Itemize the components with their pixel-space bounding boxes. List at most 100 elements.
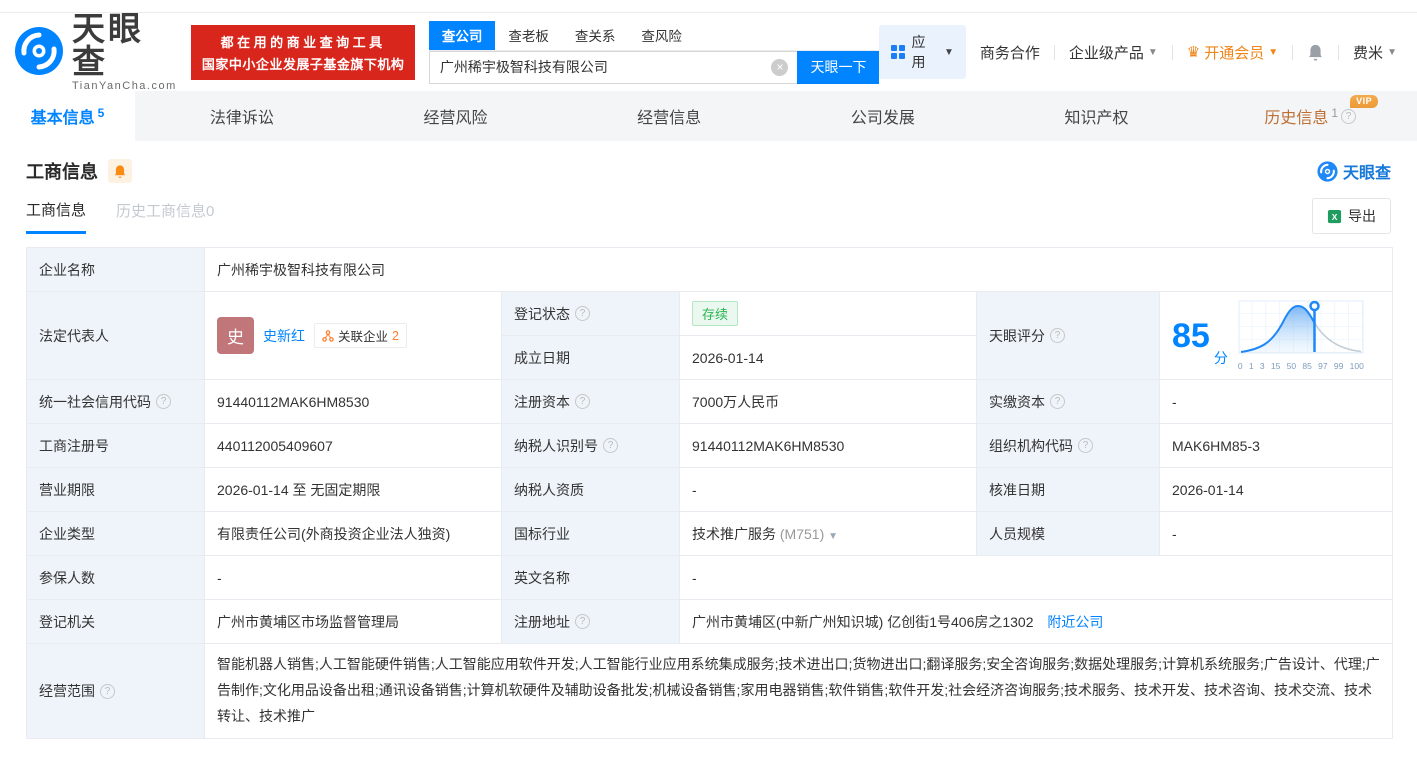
chevron-down-icon: ▼ [1387,47,1397,58]
username: 费米 [1353,42,1383,63]
tab-count: 5 [98,106,105,120]
brand-slogan-banner: 都在用的商业查询工具 国家中小企业发展子基金旗下机构 [191,25,414,80]
help-icon[interactable]: ? [575,614,590,629]
business-scope-value: 智能机器人销售;人工智能硬件销售;人工智能应用软件开发;人工智能行业应用系统集成… [205,644,1393,739]
industry-cell: 技术推广服务 (M751) ▼ [680,512,977,556]
help-icon[interactable]: ? [1050,394,1065,409]
chevron-down-icon: ▼ [944,47,954,58]
tab-business-info[interactable]: 经营信息 [562,91,776,141]
credit-code-value: 91440112MAK6HM8530 [205,380,502,424]
table-row: 统一社会信用代码? 91440112MAK6HM8530 注册资本? 7000万… [27,380,1393,424]
field-label: 国标行业 [502,512,680,556]
field-label: 企业名称 [27,248,205,292]
search-tab-company[interactable]: 查公司 [429,21,496,50]
avatar[interactable]: 史 [217,317,254,354]
table-row: 企业类型 有限责任公司(外商投资企业法人独资) 国标行业 技术推广服务 (M75… [27,512,1393,556]
user-menu[interactable]: 费米 ▼ [1353,42,1397,63]
taxpayer-quality-value: - [680,468,977,512]
top-divider [0,0,1417,13]
tab-legal-proceedings[interactable]: 法律诉讼 [135,91,349,141]
tab-history-info[interactable]: VIP 历史信息 1 ? [1203,91,1417,141]
field-label: 企业类型 [27,512,205,556]
search-tab-relation[interactable]: 查关系 [562,21,629,50]
help-icon[interactable]: ? [603,438,618,453]
business-info-table: 企业名称 广州稀宇极智科技有限公司 法定代表人 史 史新红 关联企业 2 [26,247,1393,739]
field-label: 法定代表人 [27,292,205,380]
tianyancha-logo-icon [1317,161,1338,182]
apps-grid-icon [891,45,905,59]
field-label: 天眼评分? [977,292,1160,380]
divider [1054,45,1055,60]
field-label: 登记机关 [27,600,205,644]
field-label: 纳税人识别号? [502,424,680,468]
org-code-value: MAK6HM85-3 [1160,424,1393,468]
tab-count: 1 [1331,106,1338,120]
subscribe-bell-button[interactable] [108,159,132,183]
help-icon[interactable]: ? [575,306,590,321]
search-button[interactable]: 天眼一下 [797,51,879,84]
notifications-button[interactable] [1307,43,1324,62]
tianyancha-logo[interactable]: 天眼查 TianYanCha.com [14,12,179,92]
company-name-value: 广州稀宇极智科技有限公司 [205,248,1393,292]
apps-menu[interactable]: 应用 ▼ [879,25,965,79]
related-companies-tag[interactable]: 关联企业 2 [314,323,407,348]
field-label: 登记状态? [502,292,680,336]
insured-count-value: - [205,556,502,600]
table-row: 登记机关 广州市黄埔区市场监督管理局 注册地址? 广州市黄埔区(中新广州知识城)… [27,600,1393,644]
table-row: 法定代表人 史 史新红 关联企业 2 登记状态? [27,292,1393,336]
table-row: 营业期限 2026-01-14 至 无固定期限 纳税人资质 - 核准日期 202… [27,468,1393,512]
clear-search-icon[interactable]: × [771,59,788,76]
field-label: 组织机构代码? [977,424,1160,468]
reg-number-value: 440112005409607 [205,424,502,468]
banner-line2: 国家中小企业发展子基金旗下机构 [199,54,406,73]
vip-badge: VIP [1350,95,1378,108]
score-axis-labels: 0131550859799100 [1238,361,1364,371]
establish-date-value: 2026-01-14 [680,336,977,380]
field-label: 工商注册号 [27,424,205,468]
field-label: 注册地址? [502,600,680,644]
apps-label: 应用 [911,32,938,72]
search-area: 查公司 查老板 查关系 查风险 × 天眼一下 [429,21,880,84]
help-icon[interactable]: ? [1341,109,1356,124]
tab-company-development[interactable]: 公司发展 [776,91,990,141]
field-label: 核准日期 [977,468,1160,512]
company-type-value: 有限责任公司(外商投资企业法人独资) [205,512,502,556]
subtab-business-info[interactable]: 工商信息 [26,199,86,234]
banner-line1: 都在用的商业查询工具 [199,32,406,51]
bell-icon [113,164,127,179]
open-vip-menu[interactable]: ♛ 开通会员 ▼ [1187,42,1278,63]
search-tab-boss[interactable]: 查老板 [495,21,562,50]
search-input[interactable] [429,51,798,84]
business-term-value: 2026-01-14 至 无固定期限 [205,468,502,512]
subtab-history-business-info[interactable]: 历史工商信息0 [116,200,214,232]
help-icon[interactable]: ? [100,684,115,699]
score-distribution-chart: 0131550859799100 [1238,300,1364,371]
chevron-down-icon: ▼ [1148,47,1158,58]
svg-text:X: X [1332,211,1338,221]
enterprise-products-menu[interactable]: 企业级产品 ▼ [1069,42,1158,63]
nearby-companies-link[interactable]: 附近公司 [1047,614,1103,630]
export-button[interactable]: X 导出 [1312,198,1391,234]
reg-status-cell: 存续 [680,292,977,336]
tab-operational-risk[interactable]: 经营风险 [349,91,563,141]
legal-rep-link[interactable]: 史新红 [263,326,305,346]
field-label: 人员规模 [977,512,1160,556]
tianyancha-watermark: 天眼查 [1317,159,1391,183]
help-icon[interactable]: ? [1078,438,1093,453]
chevron-down-icon[interactable]: ▼ [828,531,838,542]
business-cooperation-link[interactable]: 商务合作 [980,42,1040,63]
company-section-nav: 基本信息 5 法律诉讼 经营风险 经营信息 公司发展 知识产权 VIP 历史信息… [0,91,1417,141]
reg-capital-value: 7000万人民币 [680,380,977,424]
help-icon[interactable]: ? [1050,328,1065,343]
subtab-row: 工商信息 历史工商信息0 X 导出 [26,198,1391,234]
field-label: 实缴资本? [977,380,1160,424]
score-value: 85 [1172,319,1210,353]
table-row: 参保人数 - 英文名称 - [27,556,1393,600]
help-icon[interactable]: ? [156,394,171,409]
tab-intellectual-property[interactable]: 知识产权 [990,91,1204,141]
help-icon[interactable]: ? [575,394,590,409]
tab-basic-info[interactable]: 基本信息 5 [0,91,135,141]
search-tab-risk[interactable]: 查风险 [628,21,695,50]
field-label: 注册资本? [502,380,680,424]
table-row: 工商注册号 440112005409607 纳税人识别号? 91440112MA… [27,424,1393,468]
